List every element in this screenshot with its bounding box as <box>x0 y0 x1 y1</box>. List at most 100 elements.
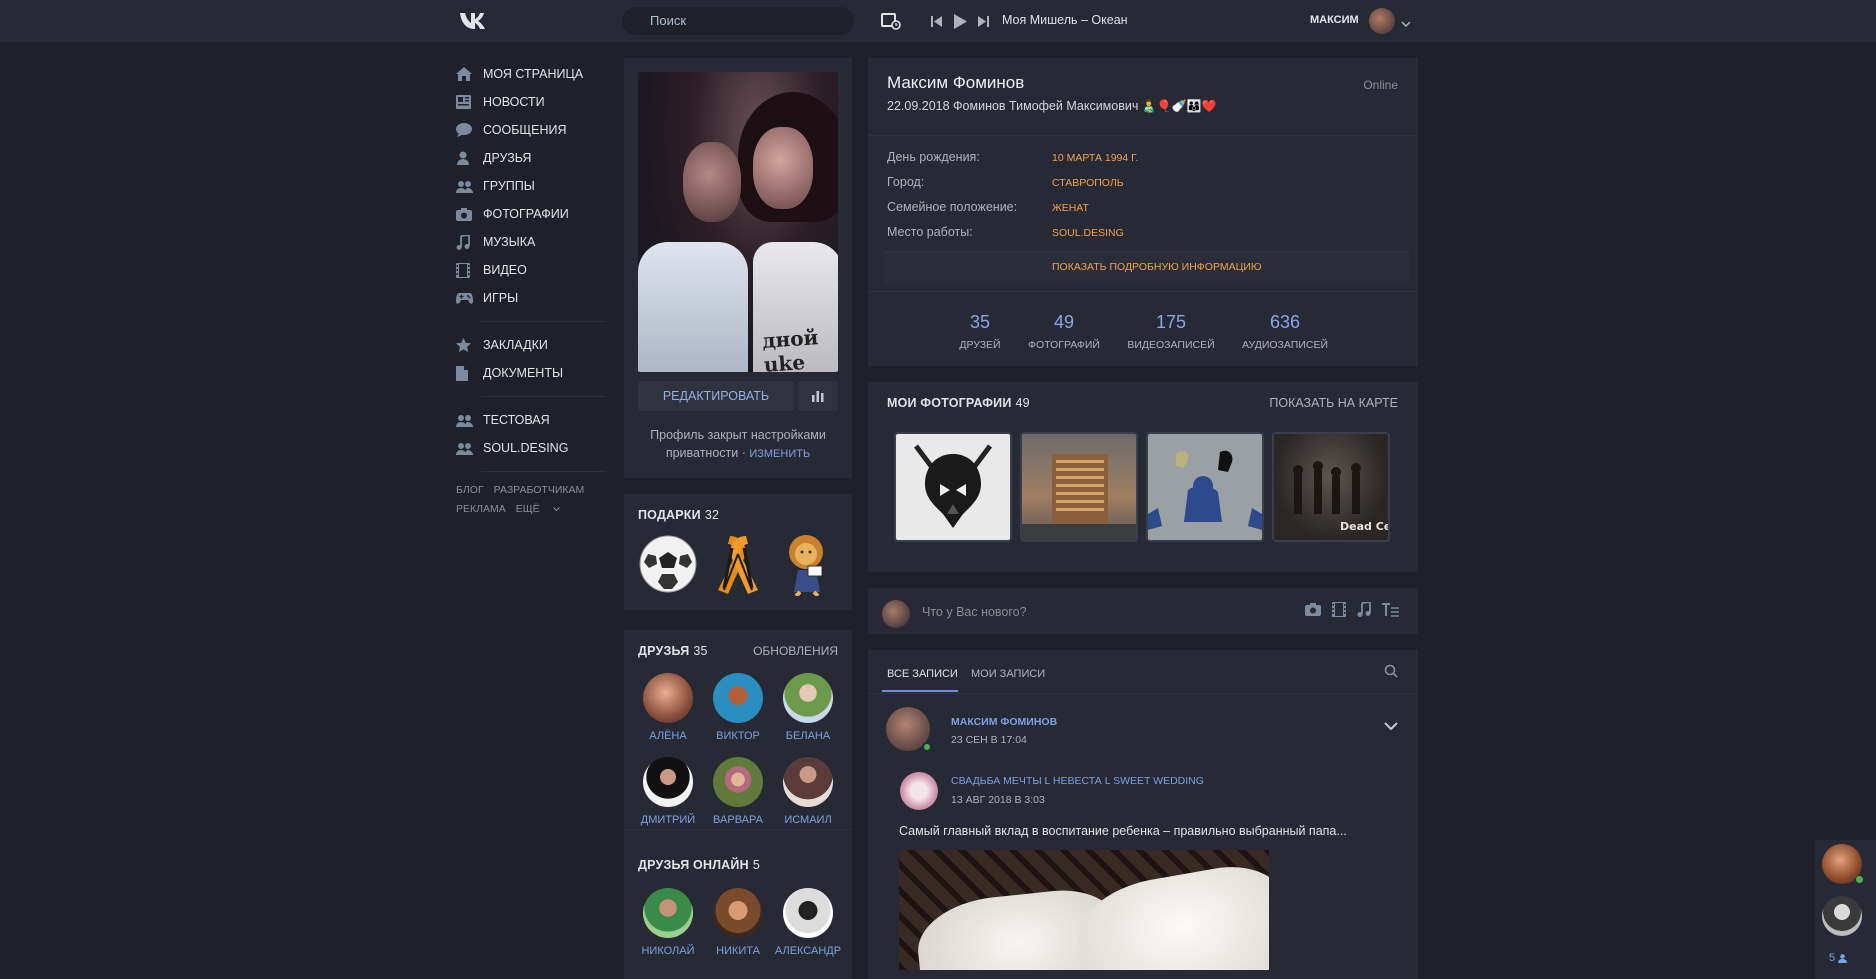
header-user-name[interactable]: МАКСИМ <box>1310 14 1359 26</box>
menu-item-friends[interactable]: ДРУЗЬЯ <box>456 144 606 172</box>
friend-name: ДМИТРИЙ <box>640 814 696 826</box>
gift-st-george-ribbon[interactable] <box>708 534 768 596</box>
tab-all-posts[interactable]: ВСЕ ЗАПИСИ <box>887 668 958 680</box>
groups-icon <box>456 414 483 427</box>
photo-thumb[interactable] <box>894 432 1012 542</box>
document-icon <box>456 365 483 381</box>
play-icon[interactable] <box>952 13 968 29</box>
privacy-note: Профиль закрыт настройками приватности ·… <box>624 426 852 463</box>
post-menu-chevron-icon[interactable] <box>1384 718 1398 733</box>
menu-item-documents[interactable]: ДОКУМЕНТЫ <box>456 359 606 387</box>
menu-item-video[interactable]: ВИДЕО <box>456 256 606 284</box>
friends-online-title[interactable]: ДРУЗЬЯ ОНЛАЙН 5 <box>638 858 760 872</box>
show-more-info-button[interactable]: ПОКАЗАТЬ ПОДРОБНУЮ ИНФОРМАЦИЮ <box>884 251 1409 283</box>
messages-icon <box>456 123 483 137</box>
footer-link-blog[interactable]: БЛОГ <box>456 484 484 496</box>
music-icon[interactable] <box>1357 600 1371 620</box>
friend-item[interactable]: ВАРВАРА <box>703 757 773 826</box>
menu-item-group-test[interactable]: ТЕСТОВАЯ <box>456 406 606 434</box>
menu-item-group-soul[interactable]: SOUL.DESING <box>456 434 606 462</box>
online-friend-item[interactable]: АЛЕКСАНДР <box>773 888 843 957</box>
photo-thumb[interactable] <box>1146 432 1264 542</box>
menu-label: SOUL.DESING <box>483 441 569 455</box>
privacy-change-link[interactable]: ИЗМЕНИТЬ <box>749 448 810 460</box>
counter-photos[interactable]: 49 ФОТОГРАФИЙ <box>1024 312 1104 351</box>
menu-label: ТЕСТОВАЯ <box>483 413 550 427</box>
post-date[interactable]: 23 СЕН В 17:04 <box>951 734 1027 746</box>
info-value-city[interactable]: СТАВРОПОЛЬ <box>1052 177 1124 189</box>
online-friend-item[interactable]: НИКИТА <box>703 888 773 957</box>
now-playing-track[interactable]: Моя Мишель – Океан <box>1002 13 1128 27</box>
menu-item-music[interactable]: МУЗЫКА <box>456 228 606 256</box>
profile-status[interactable]: 22.09.2018 Фоминов Тимофей Максимович 👨‍… <box>887 99 1217 113</box>
counter-friends[interactable]: 35 ДРУЗЕЙ <box>950 312 1010 351</box>
friends-title[interactable]: ДРУЗЬЯ 35 <box>638 644 708 658</box>
footer-link-more[interactable]: ЕЩЁ <box>516 503 560 515</box>
my-photos-label: МОИ ФОТОГРАФИИ <box>887 396 1012 410</box>
my-photos-title[interactable]: МОИ ФОТОГРАФИИ 49 <box>887 396 1030 410</box>
profile-photo[interactable]: дной uke <box>638 72 838 372</box>
search-icon[interactable] <box>1384 664 1398 681</box>
search-input[interactable]: Поиск <box>622 7 854 35</box>
show-on-map-link[interactable]: ПОКАЗАТЬ НА КАРТЕ <box>1269 396 1398 410</box>
menu-label: ГРУППЫ <box>483 179 535 193</box>
menu-item-bookmarks[interactable]: ЗАКЛАДКИ <box>456 331 606 359</box>
menu-item-news[interactable]: НОВОСТИ <box>456 88 606 116</box>
edit-profile-button[interactable]: РЕДАКТИРОВАТЬ <box>638 381 794 411</box>
info-value-work[interactable]: SOUL.DESING <box>1052 227 1124 239</box>
menu-item-photos[interactable]: ФОТОГРАФИИ <box>456 200 606 228</box>
gift-lion[interactable] <box>778 532 838 598</box>
video-icon <box>456 262 483 278</box>
text-format-icon[interactable] <box>1382 603 1399 620</box>
post-composer[interactable]: Что у Вас нового? <box>868 588 1418 634</box>
repost-source-name[interactable]: СВАДЬБА МЕЧТЫ L НЕВЕСТА L SWEET WEDDING <box>951 775 1204 787</box>
notifications-icon[interactable] <box>880 11 902 31</box>
counter-label: ФОТОГРАФИЙ <box>1028 339 1100 351</box>
post-author-name[interactable]: МАКСИМ ФОМИНОВ <box>951 716 1057 728</box>
friend-name: НИКОЛАЙ <box>641 945 695 957</box>
chat-avatar[interactable] <box>1822 896 1862 936</box>
info-label-city: Город: <box>887 175 925 189</box>
camera-icon[interactable] <box>1305 603 1321 619</box>
friend-item[interactable]: ДМИТРИЙ <box>633 757 703 826</box>
gifts-title[interactable]: ПОДАРКИ 32 <box>638 508 719 522</box>
menu-item-my-page[interactable]: МОЯ СТРАНИЦА <box>456 60 606 88</box>
video-icon[interactable] <box>1332 602 1346 620</box>
online-friend-item[interactable]: НИКОЛАЙ <box>633 888 703 957</box>
friend-item[interactable]: БЕЛАНА <box>773 673 843 742</box>
chat-online-count[interactable]: 5 <box>1829 952 1848 964</box>
friend-item[interactable]: ВИКТОР <box>703 673 773 742</box>
status-text: 22.09.2018 Фоминов Тимофей Максимович <box>887 99 1139 113</box>
friend-item[interactable]: АЛЁНА <box>633 673 703 742</box>
counters-divider <box>868 291 1418 292</box>
stats-button[interactable] <box>798 381 838 411</box>
chevron-down-icon[interactable] <box>1401 15 1411 30</box>
tab-my-posts[interactable]: МОИ ЗАПИСИ <box>971 668 1045 680</box>
chat-sidebar: 5 <box>1815 840 1876 979</box>
chat-count-value: 5 <box>1829 952 1836 964</box>
photo-thumb[interactable] <box>1020 432 1138 542</box>
post-image[interactable] <box>899 850 1269 970</box>
repost-source-avatar[interactable] <box>900 772 938 810</box>
gift-soccer-ball[interactable] <box>638 534 698 594</box>
menu-item-groups[interactable]: ГРУППЫ <box>456 172 606 200</box>
repost-date[interactable]: 13 АВГ 2018 В 3:03 <box>951 794 1045 806</box>
counter-audios[interactable]: 636 АУДИОЗАПИСЕЙ <box>1235 312 1335 351</box>
next-track-icon[interactable] <box>976 14 990 28</box>
friend-item[interactable]: ИСМАИЛ <box>773 757 843 826</box>
header-avatar[interactable] <box>1369 8 1395 34</box>
photo-thumb[interactable]: Dead Center <box>1272 432 1390 542</box>
gamepad-icon <box>456 292 483 304</box>
previous-track-icon[interactable] <box>930 14 944 28</box>
footer-link-developers[interactable]: РАЗРАБОТЧИКАМ <box>494 484 585 496</box>
footer-link-ads[interactable]: РЕКЛАМА <box>456 503 506 515</box>
friends-updates-link[interactable]: ОБНОВЛЕНИЯ <box>753 644 838 658</box>
show-more-info-label: ПОКАЗАТЬ ПОДРОБНУЮ ИНФОРМАЦИЮ <box>1052 261 1262 273</box>
info-value-birthday[interactable]: 10 МАРТА 1994 Г. <box>1052 152 1138 164</box>
menu-item-games[interactable]: ИГРЫ <box>456 284 606 312</box>
online-indicator <box>922 742 932 752</box>
composer-placeholder[interactable]: Что у Вас нового? <box>922 605 1027 619</box>
vk-logo-icon[interactable] <box>457 9 491 33</box>
menu-item-messages[interactable]: СООБЩЕНИЯ <box>456 116 606 144</box>
counter-videos[interactable]: 175 ВИДЕОЗАПИСЕЙ <box>1121 312 1221 351</box>
